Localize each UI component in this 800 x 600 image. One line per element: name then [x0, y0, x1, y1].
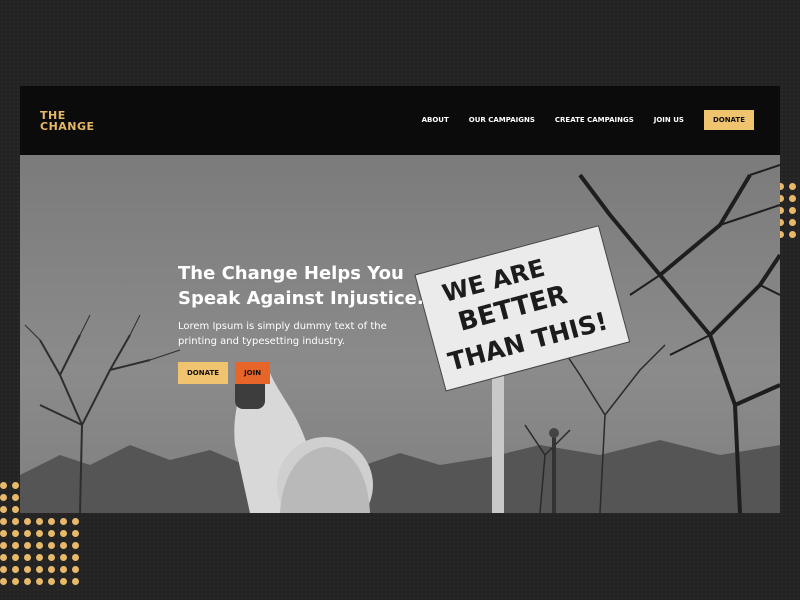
decorative-dot: [60, 554, 67, 561]
decorative-dot: [0, 578, 7, 585]
decorative-dot: [36, 542, 43, 549]
decorative-dot: [12, 506, 19, 513]
decorative-dot: [0, 554, 7, 561]
decorative-dot: [0, 566, 7, 573]
nav-create-campaigns[interactable]: CREATE CAMPAINGS: [555, 116, 634, 124]
decorative-dot: [36, 566, 43, 573]
decorative-dot: [48, 542, 55, 549]
decorative-dot: [36, 530, 43, 537]
decorative-dot: [24, 578, 31, 585]
hero-title-line-2: Speak Against Injustice.: [178, 288, 424, 309]
decorative-dot: [36, 554, 43, 561]
hero-donate-button[interactable]: DONATE: [178, 362, 229, 384]
decorative-dot: [24, 566, 31, 573]
decorative-dot: [0, 542, 7, 549]
decorative-dot: [24, 518, 31, 525]
decorative-dot: [72, 566, 79, 573]
hero-cta-group: DONATE JOIN: [178, 362, 448, 384]
decorative-dot: [48, 530, 55, 537]
decorative-dot: [48, 578, 55, 585]
decorative-dot: [48, 518, 55, 525]
decorative-dot: [36, 578, 43, 585]
decorative-dot: [24, 542, 31, 549]
decorative-dot: [60, 518, 67, 525]
decorative-dot: [48, 566, 55, 573]
decorative-dot: [72, 542, 79, 549]
decorative-dot: [12, 494, 19, 501]
decorative-dot: [0, 518, 7, 525]
navbar: THE CHANGE ABOUT OUR CAMPAIGNS CREATE CA…: [20, 86, 780, 155]
decorative-dot: [48, 554, 55, 561]
decorative-dot: [0, 530, 7, 537]
hero-content: The Change Helps You Speak Against Injus…: [178, 261, 448, 384]
decorative-dot: [60, 530, 67, 537]
decorative-dot: [789, 219, 796, 226]
decorative-dot: [12, 482, 19, 489]
hero-section: WE ARE BETTER THAN THIS! The Change Help…: [20, 155, 780, 513]
decorative-dot: [12, 518, 19, 525]
decorative-dot: [12, 530, 19, 537]
hero-subtitle: Lorem Ipsum is simply dummy text of the …: [178, 319, 448, 349]
website-mockup: THE CHANGE ABOUT OUR CAMPAIGNS CREATE CA…: [20, 86, 780, 513]
nav-about[interactable]: ABOUT: [422, 116, 449, 124]
nav-join-us[interactable]: JOIN US: [654, 116, 684, 124]
decorative-dot: [789, 231, 796, 238]
decorative-dot: [72, 578, 79, 585]
hero-join-button[interactable]: JOIN: [235, 362, 271, 384]
decorative-dot: [24, 530, 31, 537]
decorative-dot: [24, 554, 31, 561]
logo-line-2: CHANGE: [40, 120, 95, 133]
decorative-dot: [789, 195, 796, 202]
decorative-dot: [72, 518, 79, 525]
hero-title-line-1: The Change Helps You: [178, 263, 404, 284]
decorative-dot: [12, 578, 19, 585]
decorative-dot: [0, 506, 7, 513]
decorative-dot: [12, 566, 19, 573]
hero-subtitle-line-1: Lorem Ipsum is simply dummy text of the: [178, 321, 387, 332]
decorative-dot: [789, 183, 796, 190]
decorative-dot: [36, 518, 43, 525]
logo[interactable]: THE CHANGE: [40, 110, 110, 132]
decorative-dot: [12, 554, 19, 561]
hero-subtitle-line-2: printing and typesetting industry.: [178, 336, 346, 347]
decorative-dot: [12, 542, 19, 549]
hero-title: The Change Helps You Speak Against Injus…: [178, 261, 448, 311]
decorative-dot: [72, 554, 79, 561]
decorative-dot: [0, 482, 7, 489]
decorative-dot: [0, 494, 7, 501]
decorative-dot: [60, 566, 67, 573]
nav-our-campaigns[interactable]: OUR CAMPAIGNS: [469, 116, 535, 124]
decorative-dot: [72, 530, 79, 537]
nav-donate-button[interactable]: DONATE: [703, 110, 754, 130]
decorative-dot: [60, 578, 67, 585]
main-nav: ABOUT OUR CAMPAIGNS CREATE CAMPAINGS JOI…: [422, 110, 754, 130]
decorative-dot: [789, 207, 796, 214]
decorative-dot: [60, 542, 67, 549]
